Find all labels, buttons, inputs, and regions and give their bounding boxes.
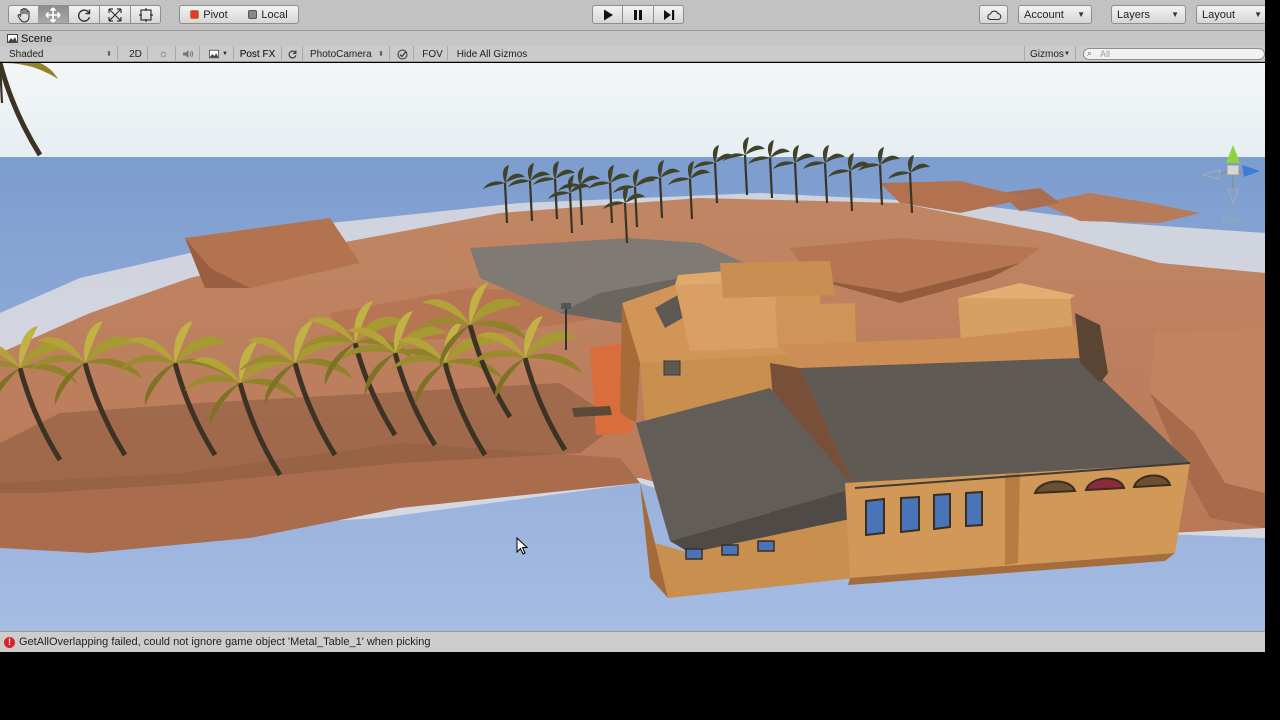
tab-scene[interactable]: Scene <box>3 31 58 46</box>
sky <box>0 63 1265 159</box>
error-icon: ! <box>4 636 15 648</box>
2d-label: 2D <box>129 48 142 60</box>
fov-button[interactable]: FOV <box>418 46 448 62</box>
status-message: GetAllOverlapping failed, could not igno… <box>19 636 431 648</box>
move-arrows-icon <box>45 6 61 23</box>
cloud-icon <box>986 10 1001 20</box>
shading-mode-dropdown[interactable]: Shaded ⬍ <box>4 46 118 62</box>
pivot-button[interactable]: Pivot <box>179 5 239 24</box>
pause-icon <box>634 9 642 20</box>
pivot-label: Pivot <box>203 8 228 21</box>
image-icon <box>209 49 220 59</box>
audio-toggle-button[interactable] <box>176 46 200 62</box>
scene-control-bar: Shaded ⬍ 2D ☼ ▼ Post FX PhotoCamera ⬍ FO… <box>0 46 1265 62</box>
fov-label: FOV <box>422 48 443 60</box>
post-fx-label: Post FX <box>239 48 276 60</box>
scene-orientation-gizmo[interactable] <box>1200 141 1262 221</box>
post-fx-toggle[interactable]: Post FX <box>234 46 282 62</box>
layers-dropdown[interactable]: Layers ▼ <box>1111 5 1186 24</box>
hand-tool-button[interactable] <box>8 5 39 24</box>
pause-button[interactable] <box>623 5 654 24</box>
scale-icon <box>108 7 122 22</box>
dropdown-arrows-icon: ⬍ <box>378 51 384 58</box>
sun-icon: ☼ <box>158 48 169 60</box>
gizmos-label: Gizmos <box>1030 48 1064 60</box>
y-axis-cone <box>1226 145 1240 163</box>
2d-toggle-button[interactable]: 2D <box>124 46 148 62</box>
layout-label: Layout <box>1202 8 1236 21</box>
pivot-icon <box>190 10 200 19</box>
rotate-tool-button[interactable] <box>69 5 100 24</box>
mouse-cursor-icon <box>516 537 528 555</box>
local-label: Local <box>261 8 288 21</box>
rect-tool-button[interactable] <box>131 5 161 24</box>
account-label: Account <box>1024 8 1064 21</box>
lighting-toggle-button[interactable]: ☼ <box>152 46 176 62</box>
chevron-down-icon: ▼ <box>1171 10 1179 19</box>
move-tool-button[interactable] <box>38 5 69 24</box>
chevron-down-icon: ▼ <box>1254 10 1262 19</box>
play-button[interactable] <box>592 5 623 24</box>
search-icon: ⌕ <box>1087 48 1093 58</box>
scene-viewport[interactable]: Persp <box>0 63 1265 631</box>
play-icon <box>603 9 613 20</box>
dropdown-arrows-icon: ⬍ <box>106 51 112 58</box>
camera-check-button[interactable] <box>392 46 414 62</box>
rect-transform-icon <box>138 7 153 22</box>
hide-gizmos-label: Hide All Gizmos <box>456 48 528 60</box>
rotate-icon <box>78 8 91 22</box>
camera-label: PhotoCamera <box>310 48 372 60</box>
cloud-button[interactable] <box>979 5 1008 24</box>
scene-tab-row: Scene <box>0 31 1265 46</box>
account-dropdown[interactable]: Account ▼ <box>1018 5 1092 24</box>
speaker-icon <box>182 50 193 58</box>
hide-all-gizmos-button[interactable]: Hide All Gizmos <box>449 46 535 62</box>
scene-icon <box>7 34 18 43</box>
effects-dropdown[interactable]: ▼ <box>204 46 234 62</box>
local-button[interactable]: Local <box>238 5 299 24</box>
scene-render <box>0 63 1265 631</box>
gizmos-dropdown[interactable]: Gizmos ▼ <box>1024 46 1076 62</box>
search-placeholder: All <box>1100 49 1111 59</box>
main-toolbar: Pivot Local Account ▼ Layers ▼ Layout ▼ <box>0 0 1265 31</box>
local-icon <box>248 10 258 19</box>
hand-icon <box>17 7 30 23</box>
step-icon <box>663 9 674 20</box>
check-circle-icon <box>397 49 408 59</box>
refresh-icon <box>288 50 297 59</box>
perspective-label: Persp <box>1222 215 1243 224</box>
step-button[interactable] <box>654 5 684 24</box>
chevron-down-icon: ▼ <box>1077 10 1085 19</box>
shading-mode-label: Shaded <box>9 48 44 60</box>
chevron-down-icon: ▼ <box>222 51 228 57</box>
chevron-down-icon: ▼ <box>1064 51 1070 57</box>
layout-dropdown[interactable]: Layout ▼ <box>1196 5 1265 24</box>
scale-tool-button[interactable] <box>100 5 131 24</box>
console-status-bar[interactable]: ! GetAllOverlapping failed, could not ig… <box>0 631 1265 652</box>
tab-scene-label: Scene <box>21 32 53 45</box>
camera-dropdown[interactable]: PhotoCamera ⬍ <box>305 46 390 62</box>
hierarchy-search-input[interactable]: ⌕ All <box>1083 48 1265 60</box>
gizmo-center-cube <box>1226 164 1240 176</box>
layers-label: Layers <box>1117 8 1151 21</box>
refresh-button[interactable] <box>283 46 303 62</box>
x-axis-cone <box>1242 165 1260 177</box>
